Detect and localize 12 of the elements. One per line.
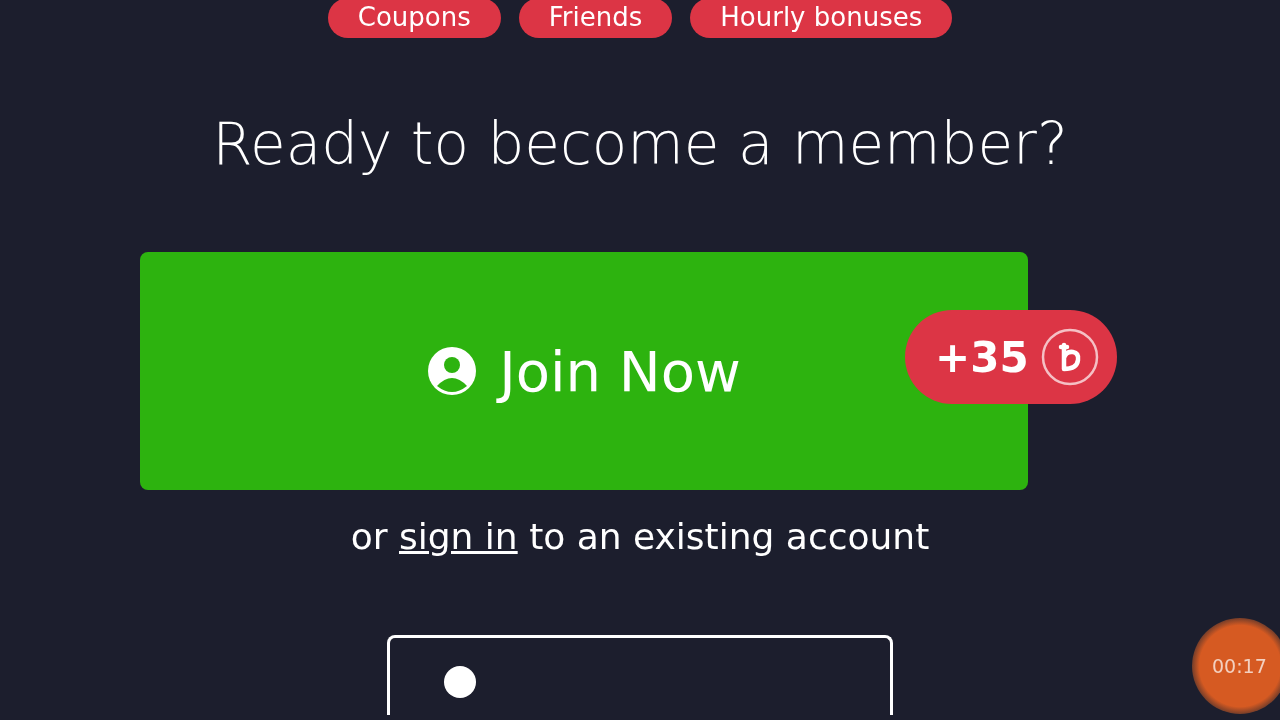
reward-badge: +35 — [905, 310, 1117, 404]
category-tag[interactable]: Hourly bonuses — [690, 0, 953, 38]
circle-icon — [442, 664, 478, 700]
category-tag[interactable]: Coupons — [327, 0, 501, 38]
secondary-button[interactable] — [387, 635, 893, 715]
recording-timer: 00:17 — [1192, 618, 1280, 714]
user-icon — [427, 346, 478, 396]
coin-icon — [1040, 328, 1099, 386]
sign-in-link[interactable]: sign in — [399, 516, 518, 557]
heading: Ready to become a member? — [212, 110, 1068, 178]
category-tag[interactable]: Friends — [518, 0, 673, 38]
sign-in-text: or sign in to an existing account — [350, 516, 930, 557]
